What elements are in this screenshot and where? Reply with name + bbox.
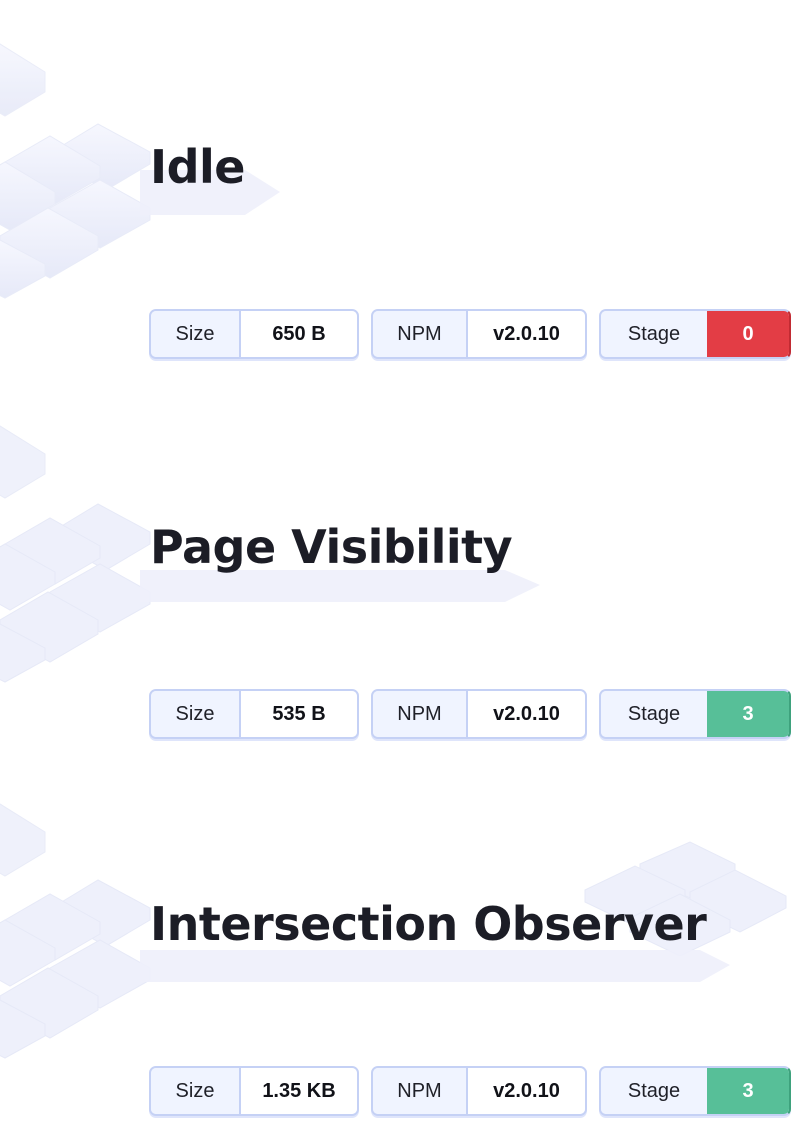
stage-label: Stage — [601, 311, 707, 357]
stage-label: Stage — [601, 1068, 707, 1114]
section-page-visibility: Page Visibility Size 535 B NPM v2.0.10 S… — [0, 380, 806, 760]
stage-value: 3 — [707, 691, 789, 737]
stage-badge: Stage 0 — [599, 309, 791, 359]
size-badge: Size 535 B — [149, 689, 359, 739]
npm-version: v2.0.10 — [466, 1068, 585, 1114]
npm-version: v2.0.10 — [466, 691, 585, 737]
size-badge: Size 1.35 KB — [149, 1066, 359, 1116]
stage-badge: Stage 3 — [599, 1066, 791, 1116]
npm-label: NPM — [373, 691, 466, 737]
size-value: 535 B — [239, 691, 357, 737]
stage-badge: Stage 3 — [599, 689, 791, 739]
size-badge: Size 650 B — [149, 309, 359, 359]
npm-badge[interactable]: NPM v2.0.10 — [371, 309, 587, 359]
size-label: Size — [151, 691, 239, 737]
npm-badge[interactable]: NPM v2.0.10 — [371, 1066, 587, 1116]
stage-label: Stage — [601, 691, 707, 737]
section-intersection-observer: Intersection Observer Size 1.35 KB NPM v… — [0, 760, 806, 1132]
section-idle: Idle Size 650 B NPM v2.0.10 Stage 0 — [0, 0, 806, 380]
stage-value: 0 — [707, 311, 789, 357]
stage-value: 3 — [707, 1068, 789, 1114]
npm-version: v2.0.10 — [466, 311, 585, 357]
npm-badge[interactable]: NPM v2.0.10 — [371, 689, 587, 739]
page-title: Intersection Observer — [150, 897, 707, 951]
size-label: Size — [151, 311, 239, 357]
size-value: 1.35 KB — [239, 1068, 357, 1114]
size-label: Size — [151, 1068, 239, 1114]
page-title: Page Visibility — [150, 520, 513, 574]
page-title: Idle — [150, 140, 246, 194]
size-value: 650 B — [239, 311, 357, 357]
npm-label: NPM — [373, 1068, 466, 1114]
npm-label: NPM — [373, 311, 466, 357]
